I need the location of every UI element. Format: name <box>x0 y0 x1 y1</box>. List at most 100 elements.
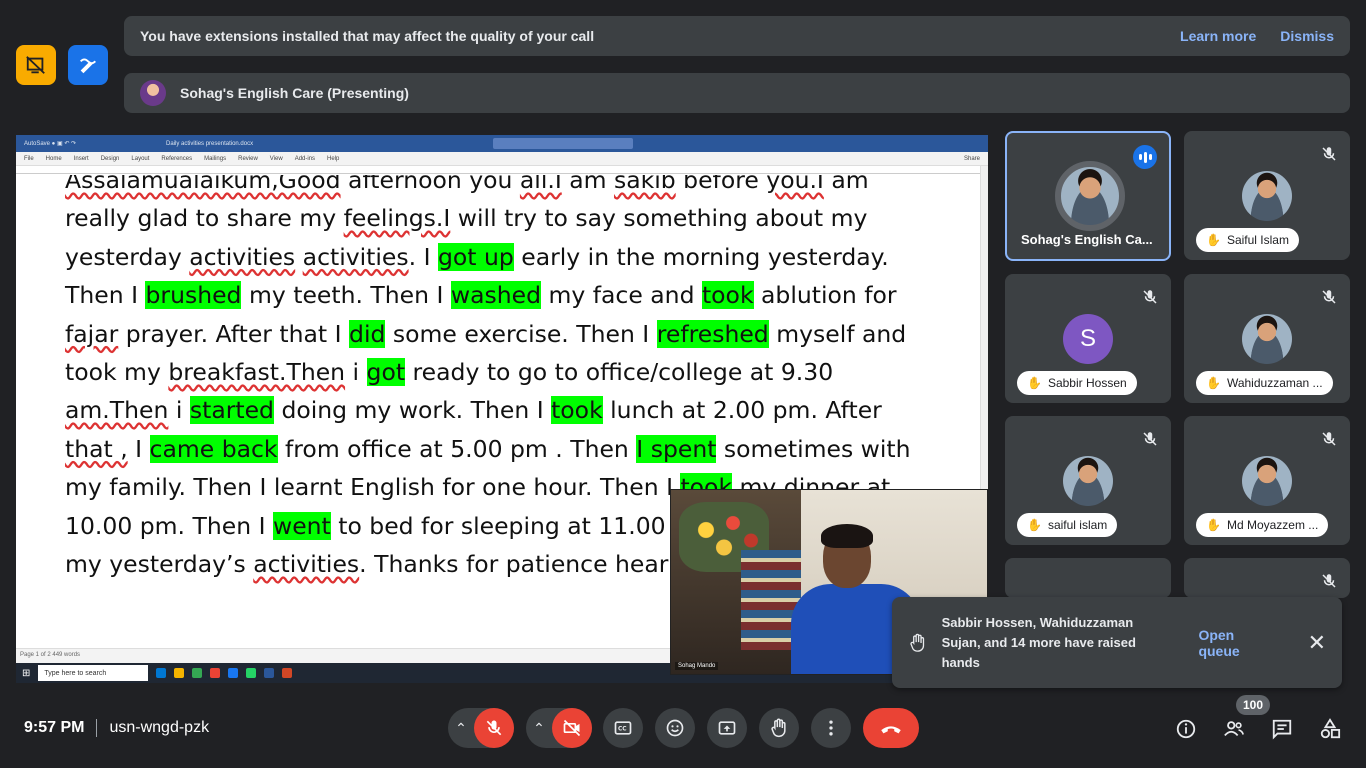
spellcheck-word: feelings.I <box>343 204 451 233</box>
learn-more-link[interactable]: Learn more <box>1180 28 1256 44</box>
activities-shapes-icon <box>1320 718 1341 739</box>
participant-avatar <box>1242 171 1292 221</box>
dismiss-link[interactable]: Dismiss <box>1280 28 1334 44</box>
word-share: Share <box>963 155 980 162</box>
bottom-controls: 9:57 PM usn-wngd-pzk ⌃ ⌃ CC 100 <box>0 695 1366 768</box>
people-button[interactable] <box>1222 717 1246 741</box>
taskbar-app-icon <box>228 668 239 678</box>
spellcheck-word: Assalamualaikum,Good <box>65 175 341 194</box>
participant-name-pill: ✋ Saiful Islam <box>1196 228 1299 252</box>
spellcheck-word: activities <box>189 242 296 271</box>
presenter-avatar <box>140 80 166 106</box>
hand-icon <box>771 718 786 738</box>
participant-tile[interactable]: ✋ Saiful Islam <box>1184 131 1350 260</box>
participant-tile[interactable]: ✋ saiful islam <box>1005 416 1171 545</box>
highlighted-word: refreshed <box>656 319 769 348</box>
raise-hand-button[interactable] <box>759 708 799 748</box>
word-menu-item: Add-ins <box>294 155 316 162</box>
word-menu-item: References <box>161 155 193 162</box>
highlighted-word: got up <box>437 242 514 271</box>
presentation-off-button[interactable] <box>16 45 56 85</box>
word-doc-title: Daily activities presentation.docx <box>166 140 254 147</box>
word-titlebar: AutoSave ● ▣ ↶ ↷ Daily activities presen… <box>16 135 988 152</box>
hand-raised-icon <box>910 633 925 652</box>
participant-name-pill: ✋ Md Moyazzem ... <box>1196 513 1329 537</box>
participant-tile[interactable]: ✋ Md Moyazzem ... <box>1184 416 1350 545</box>
captions-button[interactable]: CC <box>603 708 643 748</box>
spellcheck-word: activities <box>302 242 409 271</box>
camera-control-group: ⌃ <box>526 708 592 748</box>
taskbar-app-icon <box>246 668 257 678</box>
taskbar-search: Type here to search <box>38 665 149 681</box>
presenting-label: Sohag's English Care (Presenting) <box>180 85 409 101</box>
document-line: am.Then i started doing my work. Then I … <box>65 396 882 425</box>
call-end-icon <box>881 726 901 734</box>
close-icon[interactable]: ✕ <box>1308 630 1326 656</box>
meeting-code: usn-wngd-pzk <box>109 719 210 736</box>
spellcheck-word: fajar <box>65 319 119 348</box>
camera-toggle-button[interactable] <box>552 708 592 748</box>
mic-off-icon <box>1322 147 1336 161</box>
chat-button[interactable] <box>1270 717 1294 741</box>
participant-name-pill: ✋ Wahiduzzaman ... <box>1196 371 1333 395</box>
spellcheck-word: all.I <box>519 175 562 194</box>
hand-raised-icon: ✋ <box>1206 518 1221 532</box>
more-vert-icon <box>829 720 833 736</box>
more-options-button[interactable] <box>811 708 851 748</box>
chat-icon <box>1272 719 1292 740</box>
document-line: that , I came back from office at 5.00 p… <box>65 434 911 463</box>
taskbar-app-icon <box>210 668 221 678</box>
participant-tile[interactable] <box>1005 558 1171 598</box>
reactions-button[interactable] <box>655 708 695 748</box>
highlighted-word: brushed <box>145 281 242 310</box>
highlighted-word: took <box>551 396 603 425</box>
document-line: fajar prayer. After that I did some exer… <box>65 319 907 348</box>
camera-off-icon <box>563 719 581 737</box>
open-queue-button[interactable]: Open queue <box>1198 627 1277 659</box>
participant-name-pill: ✋ saiful islam <box>1017 513 1118 537</box>
present-screen-icon <box>718 721 736 735</box>
raised-hands-toast: Sabbir Hossen, Wahiduzzaman Sujan, and 1… <box>892 597 1342 688</box>
word-menu-item: View <box>269 155 283 162</box>
document-line: really glad to share my feelings.I will … <box>65 204 868 233</box>
meeting-details-button[interactable] <box>1174 717 1198 741</box>
spellcheck-word: activities <box>253 549 360 578</box>
word-menu-item: Home <box>45 155 62 162</box>
hand-raised-icon: ✋ <box>1206 376 1221 390</box>
clock-time: 9:57 PM <box>24 719 85 736</box>
taskbar-app-icon <box>282 668 293 678</box>
participant-tile[interactable]: S ✋ Sabbir Hossen <box>1005 274 1171 403</box>
word-menu-item: File <box>24 155 34 162</box>
highlighted-word: started <box>189 396 274 425</box>
chevron-up-icon[interactable]: ⌃ <box>526 720 552 737</box>
participant-avatar <box>1242 456 1292 506</box>
document-line: yesterday activities activities. I got u… <box>65 242 889 271</box>
spellcheck-word: that , <box>65 434 128 463</box>
word-search-box <box>493 138 634 149</box>
svg-text:CC: CC <box>618 727 627 733</box>
mic-off-icon <box>1143 290 1157 304</box>
spellcheck-word: you.I <box>766 175 824 194</box>
hand-raised-icon: ✋ <box>1027 518 1042 532</box>
extensions-warning-banner: You have extensions installed that may a… <box>124 16 1350 56</box>
participant-tile[interactable]: ✋ Wahiduzzaman ... <box>1184 274 1350 403</box>
presenting-bar[interactable]: Sohag's English Care (Presenting) <box>124 73 1350 113</box>
participant-avatar <box>1063 456 1113 506</box>
word-menu-item: Insert <box>73 155 89 162</box>
raised-hands-text: Sabbir Hossen, Wahiduzzaman Sujan, and 1… <box>941 614 1136 670</box>
highlighted-word: got <box>366 357 406 386</box>
document-line: took my breakfast.Then i got ready to go… <box>65 357 834 386</box>
windows-start-icon: ⊞ <box>22 667 31 679</box>
whiteboard-button[interactable] <box>68 45 108 85</box>
activities-button[interactable] <box>1318 717 1342 741</box>
microphone-toggle-button[interactable] <box>474 708 514 748</box>
chevron-up-icon[interactable]: ⌃ <box>448 720 474 737</box>
people-count-badge: 100 <box>1236 695 1270 715</box>
leave-call-button[interactable] <box>863 708 919 748</box>
speaking-indicator-icon <box>1133 145 1157 169</box>
hand-raised-icon: ✋ <box>1206 233 1221 247</box>
present-button[interactable] <box>707 708 747 748</box>
participant-tile[interactable]: Sohag's English Ca... <box>1005 131 1171 261</box>
participant-tile[interactable] <box>1184 558 1350 598</box>
taskbar-app-icon <box>156 668 167 678</box>
